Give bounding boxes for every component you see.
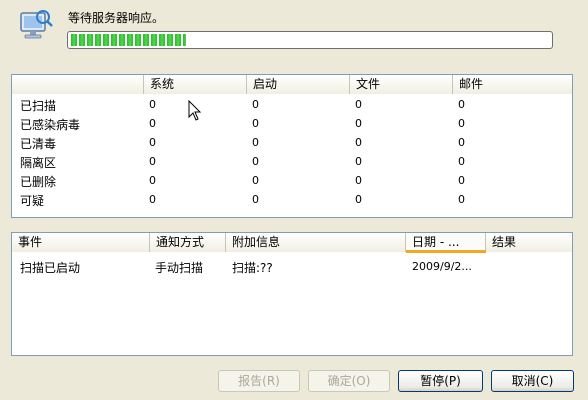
cancel-button[interactable]: 取消(C) bbox=[491, 370, 574, 392]
event-name: 扫描已启动 bbox=[20, 261, 81, 275]
row-label-scanned: 已扫描 bbox=[20, 99, 57, 113]
cell: 0 bbox=[252, 98, 259, 111]
stats-table: 系统 启动 文件 邮件 已扫描 0 0 0 0 已感染病毒 0 0 0 0 已清… bbox=[11, 74, 573, 218]
row-label-deleted: 已删除 bbox=[20, 175, 57, 189]
progress-bar bbox=[67, 31, 553, 49]
events-col-event[interactable]: 事件 bbox=[12, 233, 149, 252]
cell: 0 bbox=[149, 98, 156, 111]
cell: 0 bbox=[355, 98, 362, 111]
cell: 0 bbox=[458, 155, 465, 168]
cell: 0 bbox=[355, 117, 362, 130]
event-info: 扫描:?? bbox=[232, 261, 273, 275]
cell: 0 bbox=[149, 117, 156, 130]
cell: 0 bbox=[355, 193, 362, 206]
stats-col-system[interactable]: 系统 bbox=[143, 75, 246, 94]
cell: 0 bbox=[252, 155, 259, 168]
progress-fill bbox=[71, 34, 186, 46]
cell: 0 bbox=[458, 136, 465, 149]
status-text: 等待服务器响应。 bbox=[68, 11, 165, 25]
cell: 0 bbox=[458, 174, 465, 187]
cell: 0 bbox=[252, 174, 259, 187]
report-button[interactable]: 报告(R) bbox=[218, 370, 300, 392]
header: 等待服务器响应。 bbox=[0, 0, 588, 62]
stats-col-mail[interactable]: 邮件 bbox=[452, 75, 572, 94]
cell: 0 bbox=[355, 155, 362, 168]
event-date: 2009/9/2... bbox=[412, 260, 472, 273]
events-table: 事件 通知方式 附加信息 日期 - ... 结果 扫描已启动 手动扫描 扫描:?… bbox=[11, 232, 573, 356]
mouse-cursor-icon bbox=[188, 100, 202, 121]
cell: 0 bbox=[149, 155, 156, 168]
events-col-info[interactable]: 附加信息 bbox=[225, 233, 405, 252]
stats-col-file[interactable]: 文件 bbox=[349, 75, 452, 94]
cell: 0 bbox=[355, 174, 362, 187]
ok-button[interactable]: 确定(O) bbox=[308, 370, 390, 392]
cell: 0 bbox=[252, 193, 259, 206]
events-col-method[interactable]: 通知方式 bbox=[149, 233, 225, 252]
cell: 0 bbox=[252, 117, 259, 130]
row-label-cleaned: 已清毒 bbox=[20, 137, 57, 151]
cell: 0 bbox=[458, 193, 465, 206]
cell: 0 bbox=[149, 136, 156, 149]
cell: 0 bbox=[149, 193, 156, 206]
events-col-result[interactable]: 结果 bbox=[485, 233, 572, 252]
row-label-suspicious: 可疑 bbox=[20, 194, 45, 208]
cell: 0 bbox=[458, 117, 465, 130]
stats-header-blank bbox=[12, 75, 143, 94]
row-label-infected: 已感染病毒 bbox=[20, 118, 81, 132]
row-label-quarantine: 隔离区 bbox=[20, 156, 57, 170]
cell: 0 bbox=[355, 136, 362, 149]
event-method: 手动扫描 bbox=[155, 261, 204, 275]
pause-button[interactable]: 暂停(P) bbox=[398, 370, 483, 392]
sort-indicator bbox=[406, 250, 486, 253]
cell: 0 bbox=[458, 98, 465, 111]
cell: 0 bbox=[149, 174, 156, 187]
cell: 0 bbox=[252, 136, 259, 149]
monitor-scan-icon bbox=[20, 10, 53, 39]
stats-col-startup[interactable]: 启动 bbox=[246, 75, 349, 94]
